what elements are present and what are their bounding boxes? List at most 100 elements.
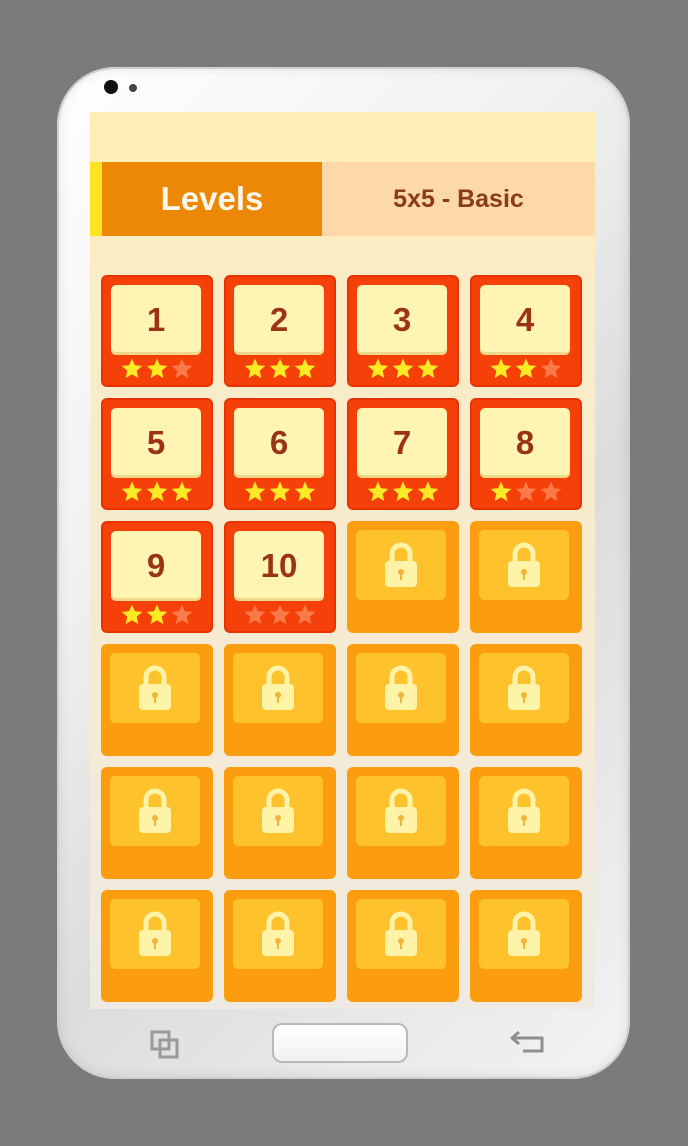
- padlock-icon: [385, 665, 417, 710]
- level-tile-panel: [233, 776, 323, 846]
- star-rating: [349, 478, 457, 506]
- padlock-icon: [385, 911, 417, 956]
- star-filled-icon: [121, 358, 143, 379]
- level-tile-panel: [479, 776, 569, 846]
- level-tile[interactable]: 3: [347, 275, 459, 387]
- star-filled-icon: [392, 481, 414, 502]
- padlock-icon: [385, 788, 417, 833]
- recent-apps-icon[interactable]: [150, 1030, 180, 1060]
- level-tile-panel: 2: [234, 285, 324, 355]
- star-rating: [226, 478, 334, 506]
- back-arrow-icon[interactable]: [509, 1029, 547, 1055]
- sensor-dot: [129, 84, 137, 92]
- level-tile-panel: 4: [480, 285, 570, 355]
- level-number: 6: [269, 424, 289, 461]
- game-screen: Levels 5x5 - Basic 1 2 3 4 5 6 7 8 9 10: [90, 112, 595, 1009]
- star-empty-icon: [269, 604, 291, 625]
- level-tile-locked[interactable]: [347, 890, 459, 1002]
- level-tile-panel: 8: [480, 408, 570, 478]
- level-tile-locked[interactable]: [101, 644, 213, 756]
- level-number: 3: [392, 301, 412, 338]
- level-number: 9: [146, 547, 166, 584]
- level-tile-locked[interactable]: [470, 644, 582, 756]
- star-filled-icon: [367, 481, 389, 502]
- level-tile-panel: [479, 653, 569, 723]
- level-tile-locked[interactable]: [470, 767, 582, 879]
- front-camera: [104, 80, 118, 94]
- star-rating: [103, 478, 211, 506]
- level-tile-locked[interactable]: [224, 644, 336, 756]
- star-filled-icon: [121, 604, 143, 625]
- level-tile-panel: 1: [111, 285, 201, 355]
- padlock-icon: [508, 542, 540, 587]
- star-filled-icon: [294, 481, 316, 502]
- star-empty-icon: [171, 358, 193, 379]
- level-tile-panel: 10: [234, 531, 324, 601]
- padlock-icon: [139, 665, 171, 710]
- level-tile-panel: 9: [111, 531, 201, 601]
- padlock-icon: [508, 788, 540, 833]
- star-filled-icon: [269, 481, 291, 502]
- star-filled-icon: [244, 358, 266, 379]
- star-filled-icon: [490, 358, 512, 379]
- levels-header: Levels 5x5 - Basic: [90, 162, 595, 236]
- home-button[interactable]: [272, 1023, 408, 1063]
- level-grid: 1 2 3 4 5 6 7 8 9 10: [101, 275, 582, 1002]
- level-tile-panel: [110, 653, 200, 723]
- padlock-icon: [508, 665, 540, 710]
- level-tile-panel: [233, 899, 323, 969]
- star-filled-icon: [392, 358, 414, 379]
- level-number: 5: [146, 424, 166, 461]
- level-tile-panel: [233, 653, 323, 723]
- star-filled-icon: [515, 358, 537, 379]
- star-filled-icon: [146, 604, 168, 625]
- level-number: 4: [515, 301, 535, 338]
- level-tile-locked[interactable]: [347, 767, 459, 879]
- star-rating: [226, 355, 334, 383]
- level-tile-panel: [479, 899, 569, 969]
- level-number: 7: [392, 424, 412, 461]
- level-tile-locked[interactable]: [347, 644, 459, 756]
- mode-selector[interactable]: 5x5 - Basic: [322, 162, 595, 236]
- level-tile-panel: [356, 653, 446, 723]
- star-filled-icon: [269, 358, 291, 379]
- level-tile[interactable]: 1: [101, 275, 213, 387]
- level-tile-panel: [110, 899, 200, 969]
- star-empty-icon: [171, 604, 193, 625]
- level-tile[interactable]: 4: [470, 275, 582, 387]
- phone-frame: Levels 5x5 - Basic 1 2 3 4 5 6 7 8 9 10: [57, 67, 630, 1079]
- star-filled-icon: [121, 481, 143, 502]
- level-tile-locked[interactable]: [101, 767, 213, 879]
- level-tile[interactable]: 2: [224, 275, 336, 387]
- padlock-icon: [385, 542, 417, 587]
- level-tile-locked[interactable]: [470, 521, 582, 633]
- level-tile-locked[interactable]: [224, 767, 336, 879]
- star-empty-icon: [515, 481, 537, 502]
- star-filled-icon: [244, 481, 266, 502]
- star-filled-icon: [490, 481, 512, 502]
- star-empty-icon: [294, 604, 316, 625]
- star-filled-icon: [146, 481, 168, 502]
- star-rating: [472, 478, 580, 506]
- level-tile[interactable]: 8: [470, 398, 582, 510]
- level-tile[interactable]: 9: [101, 521, 213, 633]
- level-tile-panel: 7: [357, 408, 447, 478]
- padlock-icon: [508, 911, 540, 956]
- level-tile[interactable]: 6: [224, 398, 336, 510]
- level-tile[interactable]: 7: [347, 398, 459, 510]
- status-bar: [90, 112, 595, 162]
- level-number: 8: [515, 424, 535, 461]
- level-tile-panel: 6: [234, 408, 324, 478]
- star-filled-icon: [417, 358, 439, 379]
- star-filled-icon: [171, 481, 193, 502]
- level-tile-locked[interactable]: [347, 521, 459, 633]
- device-nav-bar: [57, 1007, 630, 1079]
- star-filled-icon: [294, 358, 316, 379]
- level-tile-locked[interactable]: [101, 890, 213, 1002]
- level-tile[interactable]: 5: [101, 398, 213, 510]
- star-empty-icon: [540, 481, 562, 502]
- star-filled-icon: [146, 358, 168, 379]
- level-tile-locked[interactable]: [224, 890, 336, 1002]
- level-tile[interactable]: 10: [224, 521, 336, 633]
- level-tile-locked[interactable]: [470, 890, 582, 1002]
